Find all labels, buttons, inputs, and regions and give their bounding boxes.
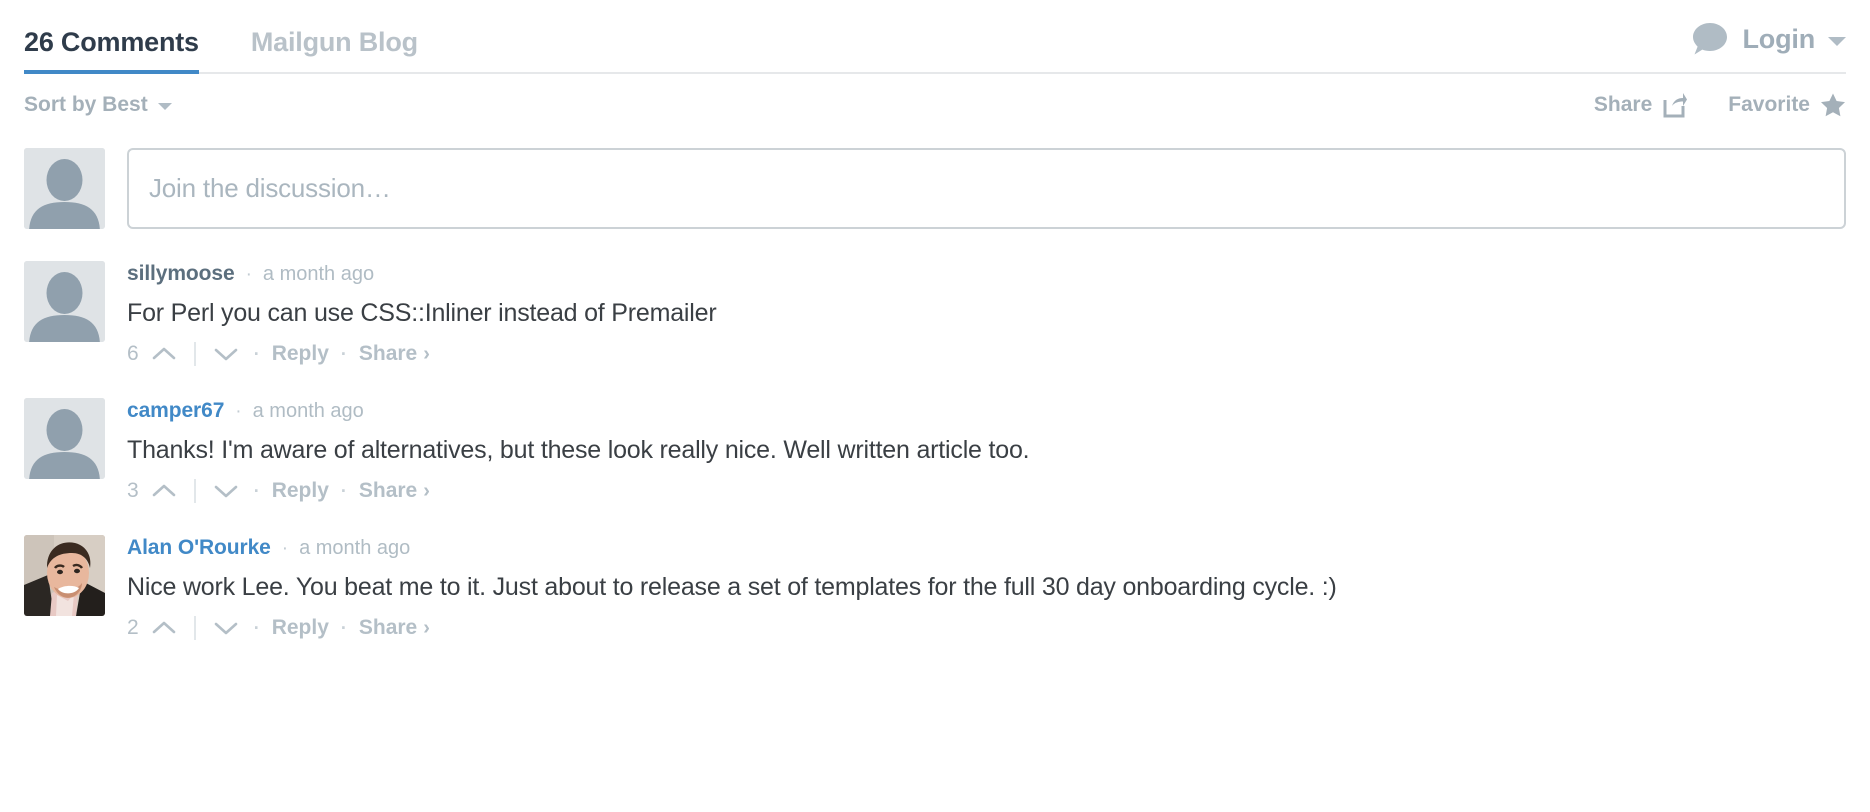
comment-author[interactable]: Alan O'Rourke [127,537,271,558]
avatar[interactable] [24,398,105,479]
comment-meta: sillymoose · a month ago [127,263,1846,284]
login-label: Login [1742,23,1816,54]
tab-comments[interactable]: 26 Comments [24,27,199,74]
action-separator: · [253,480,260,501]
meta-separator: · [245,264,252,285]
login-button[interactable]: Login [1691,20,1846,72]
comment-composer: Join the discussion… [24,148,1846,229]
avatar[interactable] [24,261,105,342]
tab-bar: 26 Comments Mailgun Blog [24,0,470,74]
chevron-up-icon[interactable] [148,344,180,364]
action-separator: · [340,480,347,501]
chevron-right-icon: › [423,342,430,365]
sort-dropdown[interactable]: Sort by Best [24,93,172,117]
comment-meta: Alan O'Rourke · a month ago [127,537,1846,558]
chevron-up-icon[interactable] [148,618,180,638]
comment-body: sillymoose · a month ago For Perl you ca… [127,261,1846,366]
comment-text: Thanks! I'm aware of alternatives, but t… [127,436,1030,464]
comment-item: sillymoose · a month ago For Perl you ca… [24,261,1846,366]
comment-share-button[interactable]: Share [359,342,417,366]
speech-bubble-icon [1691,20,1729,58]
toolbar-actions: Share Favorite [1554,92,1846,118]
chevron-down-icon[interactable] [210,344,242,364]
comment-text: For Perl you can use CSS::Inliner instea… [127,299,717,327]
vote-count: 2 [127,616,139,639]
comment-meta: camper67 · a month ago [127,400,1846,421]
comment-share-button[interactable]: Share [359,616,417,640]
favorite-label: Favorite [1728,93,1810,116]
comment-timestamp[interactable]: a month ago [253,401,364,421]
vote-divider [193,479,196,503]
chevron-down-icon[interactable] [210,618,242,638]
tab-mailgun-blog-label: Mailgun Blog [250,27,418,57]
comment-author: sillymoose [127,262,235,285]
vote-divider [193,342,196,366]
comment-item: camper67 · a month ago Thanks! I'm aware… [24,398,1846,503]
default-avatar-icon [24,148,105,229]
comment-timestamp[interactable]: a month ago [263,264,374,284]
favorite-button[interactable]: Favorite [1728,92,1846,118]
comment-item: Alan O'Rourke · a month ago Nice work Le… [24,535,1846,640]
chevron-right-icon: › [423,479,430,502]
comment-body: camper67 · a month ago Thanks! I'm aware… [127,398,1846,503]
star-icon [1820,92,1846,118]
comment-input-placeholder: Join the discussion… [149,173,391,203]
chevron-down-icon [1828,36,1846,46]
avatar[interactable] [24,535,105,616]
reply-button[interactable]: Reply [272,479,329,503]
disqus-comments-widget: 26 Comments Mailgun Blog Login Sort by B… [0,0,1870,640]
comment-body: Alan O'Rourke · a month ago Nice work Le… [127,535,1846,640]
sort-label: Sort by Best [24,93,148,116]
vote-divider [193,616,196,640]
comment-text: Nice work Lee. You beat me to it. Just a… [127,573,1337,601]
action-separator: · [253,617,260,638]
vote-count: 6 [127,342,139,365]
comment-actions: 6 · Reply · Share › [127,342,1846,366]
comment-actions: 2 · Reply · Share › [127,616,1846,640]
chevron-right-icon: › [423,616,430,639]
reply-button[interactable]: Reply [272,616,329,640]
action-separator: · [253,343,260,364]
action-separator: · [340,343,347,364]
comment-input[interactable]: Join the discussion… [127,148,1846,229]
meta-separator: · [281,538,289,559]
widget-header: 26 Comments Mailgun Blog Login [24,0,1846,74]
share-label: Share [1593,93,1653,116]
vote-count: 3 [127,479,139,502]
action-separator: · [340,617,347,638]
comments-toolbar: Sort by Best Share Favorite [24,74,1846,136]
comment-list: sillymoose · a month ago For Perl you ca… [24,261,1846,640]
chevron-up-icon[interactable] [148,481,180,501]
tab-mailgun-blog[interactable]: Mailgun Blog [251,27,418,72]
comment-author[interactable]: camper67 [127,400,224,421]
chevron-down-icon [157,103,172,110]
comment-timestamp[interactable]: a month ago [299,538,410,558]
reply-button[interactable]: Reply [272,342,329,366]
share-button[interactable]: Share [1594,92,1688,118]
tab-comments-label: 26 Comments [24,27,199,57]
meta-separator: · [235,401,242,422]
share-export-icon [1662,92,1688,118]
comment-actions: 3 · Reply · Share › [127,479,1846,503]
comment-share-button[interactable]: Share [359,479,417,503]
chevron-down-icon[interactable] [210,481,242,501]
